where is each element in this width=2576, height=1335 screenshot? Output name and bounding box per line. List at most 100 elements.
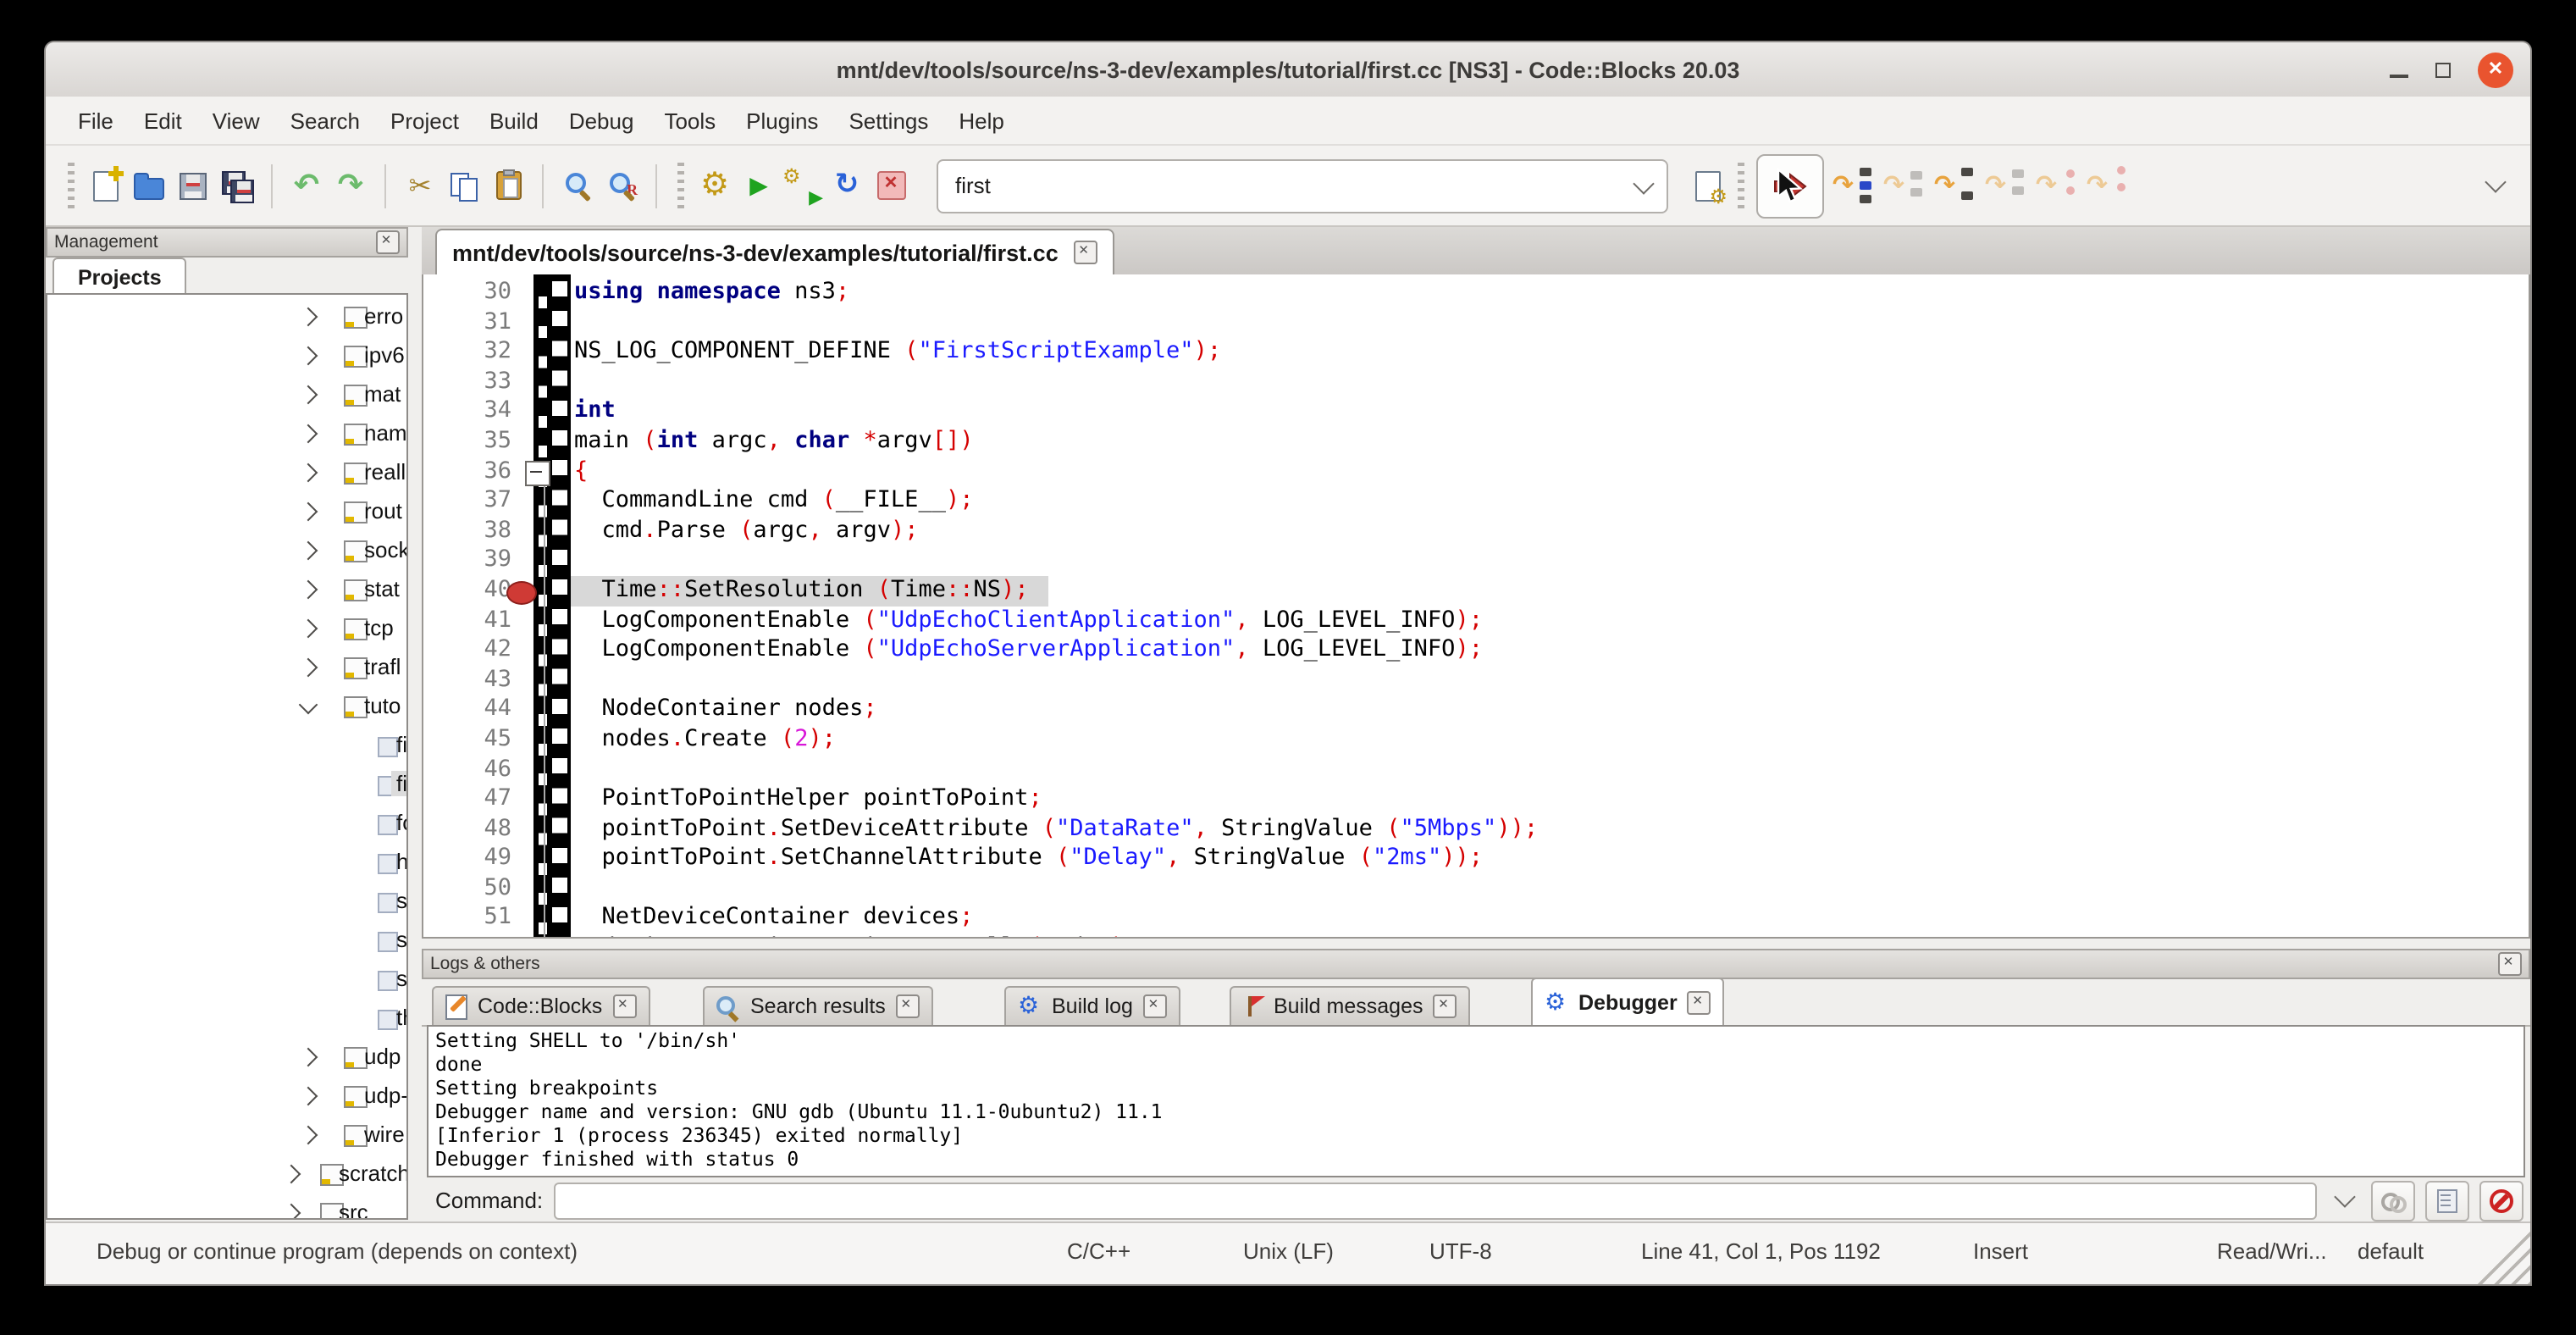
- close-tab-icon[interactable]: [1434, 994, 1457, 1018]
- compiler-options-button[interactable]: [1685, 162, 1729, 209]
- line-number[interactable]: 31: [423, 307, 520, 337]
- line-number[interactable]: 47: [423, 784, 520, 814]
- tree-item-tcp[interactable]: tcp: [47, 610, 406, 649]
- next-line-button[interactable]: [1883, 165, 1924, 206]
- code-line-44[interactable]: 44 NodeContainer nodes;: [423, 695, 2529, 725]
- chevron-right-icon[interactable]: [299, 658, 318, 678]
- tree-item-udp-[interactable]: udp-: [47, 1077, 406, 1116]
- line-number[interactable]: 40: [423, 576, 520, 606]
- close-icon[interactable]: [2478, 52, 2513, 87]
- chevron-right-icon[interactable]: [299, 1087, 318, 1106]
- new-file-button[interactable]: [83, 162, 127, 209]
- code-line-31[interactable]: 31: [423, 307, 2529, 337]
- code-line-39[interactable]: 39: [423, 546, 2529, 576]
- tree-item-fir[interactable]: fir: [47, 766, 406, 805]
- step-into-instruction-button[interactable]: [2087, 165, 2127, 206]
- paste-button[interactable]: [486, 162, 530, 209]
- save-button[interactable]: [171, 162, 215, 209]
- line-number[interactable]: 49: [423, 845, 520, 874]
- line-number[interactable]: 30: [423, 278, 520, 307]
- tab-projects[interactable]: Projects: [53, 258, 187, 295]
- chevron-right-icon[interactable]: [299, 346, 318, 366]
- code-line-48[interactable]: 48 pointToPoint.SetDeviceAttribute ("Dat…: [423, 814, 2529, 844]
- tree-item-he[interactable]: he: [47, 844, 406, 883]
- next-instruction-button[interactable]: [2036, 165, 2076, 206]
- tree-item-wire[interactable]: wire: [47, 1116, 406, 1155]
- chevron-right-icon[interactable]: [282, 1204, 301, 1220]
- command-history-button[interactable]: [2327, 1183, 2361, 1217]
- run-to-cursor-button[interactable]: [1832, 165, 1873, 206]
- code-line-47[interactable]: 47 PointToPointHelper pointToPoint;: [423, 784, 2529, 814]
- menu-project[interactable]: Project: [375, 101, 474, 140]
- code-line-41[interactable]: 41 LogComponentEnable ("UdpEchoClientApp…: [423, 606, 2529, 635]
- vertical-splitter[interactable]: [408, 227, 422, 1223]
- copy-button[interactable]: [442, 162, 486, 209]
- find-button[interactable]: [556, 162, 600, 209]
- line-number[interactable]: 48: [423, 814, 520, 844]
- tree-item-src[interactable]: src: [47, 1194, 406, 1220]
- tree-item-erro[interactable]: erro: [47, 298, 406, 337]
- close-tab-icon[interactable]: [612, 994, 636, 1018]
- line-number[interactable]: 36: [423, 457, 520, 486]
- maximize-icon[interactable]: [2435, 62, 2451, 77]
- chevron-right-icon[interactable]: [299, 619, 318, 639]
- fold-collapse-icon[interactable]: [525, 460, 550, 485]
- chevron-right-icon[interactable]: [299, 1048, 318, 1067]
- menu-plugins[interactable]: Plugins: [731, 101, 833, 140]
- code-line-38[interactable]: 38 cmd.Parse (argc, argv);: [423, 517, 2529, 546]
- line-number[interactable]: 32: [423, 337, 520, 367]
- line-number[interactable]: 51: [423, 904, 520, 933]
- toolbar-grip[interactable]: [677, 162, 684, 209]
- code-line-40[interactable]: 40 Time::SetResolution (Time::NS);: [423, 576, 2529, 606]
- build-target-select[interactable]: first: [937, 158, 1668, 213]
- code-line-45[interactable]: 45 nodes.Create (2);: [423, 725, 2529, 755]
- chevron-right-icon[interactable]: [299, 307, 318, 327]
- line-number[interactable]: 45: [423, 725, 520, 755]
- build-button[interactable]: [693, 162, 737, 209]
- tree-item-scratch[interactable]: scratch: [47, 1155, 406, 1194]
- close-tab-icon[interactable]: [896, 994, 920, 1018]
- chevron-right-icon[interactable]: [299, 541, 318, 561]
- tree-item-mat[interactable]: mat: [47, 376, 406, 415]
- line-number[interactable]: 37: [423, 486, 520, 516]
- editor-tab-first-cc[interactable]: mnt/dev/tools/source/ns-3-dev/examples/t…: [435, 229, 1114, 274]
- redo-button[interactable]: [329, 162, 373, 209]
- line-number[interactable]: 46: [423, 755, 520, 784]
- tree-item-rout[interactable]: rout: [47, 493, 406, 532]
- code-line-34[interactable]: 34int: [423, 397, 2529, 427]
- chevron-right-icon[interactable]: [299, 502, 318, 522]
- menu-file[interactable]: File: [63, 101, 129, 140]
- command-input[interactable]: [553, 1182, 2317, 1219]
- line-number[interactable]: 39: [423, 546, 520, 576]
- debug-continue-button[interactable]: [1756, 153, 1824, 218]
- save-all-button[interactable]: [215, 162, 259, 209]
- logs-tab-build-log[interactable]: Build log: [1004, 986, 1180, 1025]
- debugger-attach-button[interactable]: [2371, 1180, 2415, 1221]
- build-and-run-button[interactable]: [781, 162, 825, 209]
- line-number[interactable]: 44: [423, 695, 520, 725]
- tree-item-th[interactable]: th: [47, 1000, 406, 1039]
- code-line-30[interactable]: 30using namespace ns3;: [423, 278, 2529, 307]
- line-number[interactable]: 38: [423, 517, 520, 546]
- line-number[interactable]: 41: [423, 606, 520, 635]
- logs-tab-debugger[interactable]: Debugger: [1531, 978, 1725, 1025]
- tree-item-sock[interactable]: sock: [47, 532, 406, 571]
- line-number[interactable]: 43: [423, 665, 520, 695]
- copy-log-button[interactable]: [2425, 1180, 2469, 1221]
- tree-item-si[interactable]: si: [47, 961, 406, 1000]
- tree-item-se[interactable]: se: [47, 883, 406, 922]
- tree-item-tuto[interactable]: tuto: [47, 688, 406, 727]
- toolbar-grip[interactable]: [1738, 162, 1744, 209]
- code-line-46[interactable]: 46: [423, 755, 2529, 784]
- title-bar[interactable]: mnt/dev/tools/source/ns-3-dev/examples/t…: [46, 42, 2530, 98]
- toolbar-grip[interactable]: [68, 162, 75, 209]
- horizontal-splitter[interactable]: [422, 939, 2530, 949]
- line-number[interactable]: 34: [423, 397, 520, 427]
- open-file-button[interactable]: [127, 162, 171, 209]
- logs-tab-build-messages[interactable]: Build messages: [1230, 986, 1471, 1025]
- close-tab-icon[interactable]: [1074, 241, 1097, 264]
- tree-item-fif[interactable]: fif: [47, 727, 406, 766]
- tree-item-reall[interactable]: reall: [47, 454, 406, 493]
- menu-settings[interactable]: Settings: [833, 101, 943, 140]
- logs-tab-search-results[interactable]: Search results: [703, 986, 933, 1025]
